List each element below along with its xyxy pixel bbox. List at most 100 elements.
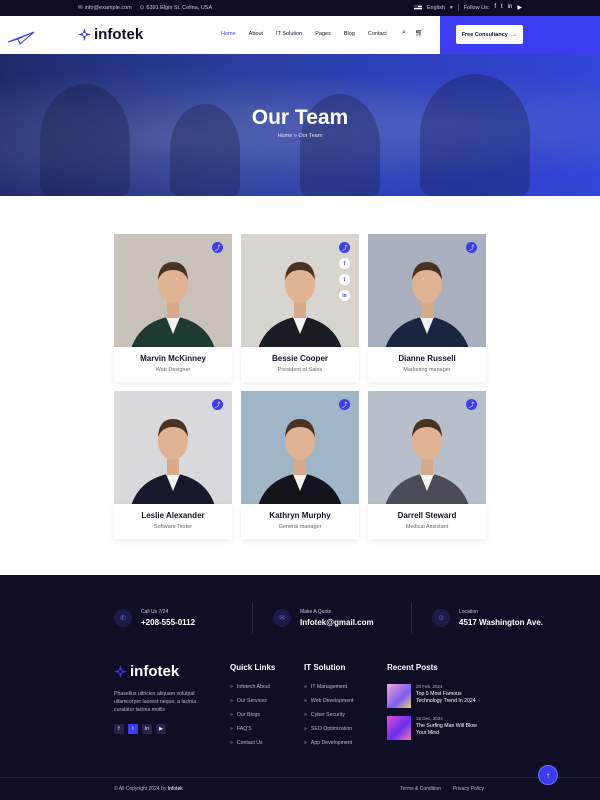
chevron-double-right-icon: »	[230, 712, 233, 718]
email-contact[interactable]: ✉ info@example.com	[78, 5, 132, 11]
footer-it-solution: IT Solution » IT Management» Web Developme…	[304, 663, 354, 746]
facebook-icon[interactable]: f	[339, 258, 350, 269]
share-icon[interactable]: ⤴	[339, 242, 350, 253]
twitter-icon[interactable]: t	[128, 724, 138, 734]
privacy-link[interactable]: Privacy Policy	[453, 786, 484, 792]
mail-icon: ✉	[78, 5, 83, 11]
logo-text: infotek	[94, 26, 144, 43]
linkedin-icon[interactable]: in	[142, 724, 152, 734]
nav-home[interactable]: Home	[221, 31, 236, 37]
team-card[interactable]: Dianne Russell Marketing manager ⤴	[368, 234, 486, 382]
page-title: Our Team	[251, 106, 349, 129]
team-member-name[interactable]: Bessie Cooper	[241, 354, 359, 363]
free-consultancy-button[interactable]: Free Consultancy →	[456, 25, 523, 44]
nav-about[interactable]: About	[249, 31, 263, 37]
twitter-icon[interactable]: t	[339, 274, 350, 285]
youtube-icon[interactable]: ▶	[517, 4, 522, 11]
nav-contact[interactable]: Contact	[368, 31, 387, 37]
team-info: Marvin McKinney Web Designer	[114, 347, 232, 382]
footer-description: Phasellus ultricies aliquam volutpat ull…	[114, 691, 197, 713]
location-icon: ⊙	[432, 609, 450, 627]
team-photo	[241, 391, 359, 521]
scroll-to-top-button[interactable]: ↑	[538, 765, 558, 785]
contact-phone[interactable]: ✆ Call Us 7/24 +208-555-0112	[114, 603, 252, 633]
linkedin-icon[interactable]: in	[339, 290, 350, 301]
footer-link[interactable]: » Web Development	[304, 698, 353, 704]
recent-post[interactable]: 15 Dec, 2024 The Surfing Man Will Blow Yo…	[387, 716, 488, 740]
phone-icon: ✆	[114, 609, 132, 627]
footer-link[interactable]: » SEO Optimization	[304, 726, 353, 732]
team-member-name[interactable]: Leslie Alexander	[114, 511, 232, 520]
chevron-double-right-icon: »	[304, 712, 307, 718]
divider	[457, 4, 459, 11]
logo-mark-icon	[114, 665, 127, 678]
twitter-icon[interactable]: t	[501, 4, 503, 11]
main-nav: Home About IT Solution Pages Blog Contac…	[221, 31, 387, 37]
site-logo[interactable]: infotek	[78, 26, 143, 43]
search-icon[interactable]: ⌕	[402, 29, 406, 37]
contact-location[interactable]: ⊙ Location 4517 Washington Ave.	[432, 603, 570, 633]
share-icon[interactable]: ⤴	[466, 399, 477, 410]
chevron-double-right-icon: »	[304, 698, 307, 704]
chevron-down-icon: ▾	[449, 4, 453, 11]
post-title: Top 5 Most Famous Technology Trend In 20…	[416, 691, 476, 704]
footer-link[interactable]: » Contact Us	[230, 740, 275, 746]
chevron-double-right-icon: »	[230, 698, 233, 704]
share-icon[interactable]: ⤴	[212, 399, 223, 410]
breadcrumb-home[interactable]: Home	[278, 133, 293, 139]
team-card[interactable]: Darrell Steward Medical Assistant ⤴	[368, 391, 486, 539]
recent-post[interactable]: 20 Feb, 2024 Top 5 Most Famous Technology…	[387, 684, 488, 708]
post-thumbnail	[387, 716, 411, 740]
person-portrait	[128, 419, 218, 521]
youtube-icon[interactable]: ▶	[156, 724, 166, 734]
footer-link[interactable]: » FAQ'S	[230, 726, 275, 732]
copyright: © All Copyright 2024 by Infotek	[114, 786, 183, 792]
team-photo	[368, 234, 486, 364]
contact-email[interactable]: ✉ Make A Quote Infotek@gmail.com	[273, 603, 411, 633]
facebook-icon[interactable]: f	[114, 724, 124, 734]
footer-link[interactable]: » IT Management	[304, 684, 353, 690]
footer-about: infotek Phasellus ultricies aliquam volu…	[114, 663, 202, 734]
chevron-double-right-icon: »	[230, 726, 233, 732]
share-icon[interactable]: ⤴	[339, 399, 350, 410]
cart-icon[interactable]: 🛒︎	[415, 29, 424, 37]
team-member-name[interactable]: Kathryn Murphy	[241, 511, 359, 520]
linkedin-icon[interactable]: in	[508, 4, 513, 11]
mail-icon: ✉	[273, 609, 291, 627]
nav-it-solution[interactable]: IT Solution	[276, 31, 302, 37]
footer-link[interactable]: » Our Blogs	[230, 712, 275, 718]
terms-link[interactable]: Terms & Condition	[400, 786, 441, 792]
footer-link[interactable]: » Infotech About	[230, 684, 275, 690]
nav-blog[interactable]: Blog	[344, 31, 355, 37]
facebook-icon[interactable]: f	[494, 4, 496, 11]
paper-plane-icon	[7, 31, 35, 45]
team-member-name[interactable]: Dianne Russell	[368, 354, 486, 363]
breadcrumb: Home » Our Team	[0, 133, 600, 139]
team-photo	[114, 391, 232, 521]
address-contact: ⊙ 6391 Elgin St. Celina, USA	[139, 5, 213, 11]
arrow-up-icon: ↑	[546, 770, 550, 780]
language-select[interactable]: English	[427, 5, 445, 11]
team-info: Leslie Alexander Software Tester	[114, 504, 232, 539]
chevron-double-right-icon: »	[230, 684, 233, 690]
share-icon[interactable]: ⤴	[466, 242, 477, 253]
nav-pages[interactable]: Pages	[315, 31, 331, 37]
footer-logo[interactable]: infotek	[114, 663, 202, 680]
logo-mark-icon	[78, 28, 91, 41]
chevron-double-right-icon: »	[304, 740, 307, 746]
share-icon[interactable]: ⤴	[212, 242, 223, 253]
breadcrumb-current: Our Team	[298, 133, 323, 139]
post-date: 20 Feb, 2024	[416, 684, 443, 689]
person-portrait	[128, 262, 218, 364]
footer-link[interactable]: » Cyber Security	[304, 712, 353, 718]
team-card[interactable]: Marvin McKinney Web Designer ⤴	[114, 234, 232, 382]
person-portrait	[255, 419, 345, 521]
site-footer: ✆ Call Us 7/24 +208-555-0112 ✉ Make A Quo…	[0, 575, 600, 800]
team-card[interactable]: Kathryn Murphy General manager ⤴	[241, 391, 359, 539]
footer-link[interactable]: » Our Services	[230, 698, 275, 704]
team-member-name[interactable]: Darrell Steward	[368, 511, 486, 520]
team-card[interactable]: Leslie Alexander Software Tester ⤴	[114, 391, 232, 539]
team-card[interactable]: Bessie Cooper President of Sales ⤴ f t in	[241, 234, 359, 382]
footer-link[interactable]: » App Development	[304, 740, 353, 746]
team-member-name[interactable]: Marvin McKinney	[114, 354, 232, 363]
